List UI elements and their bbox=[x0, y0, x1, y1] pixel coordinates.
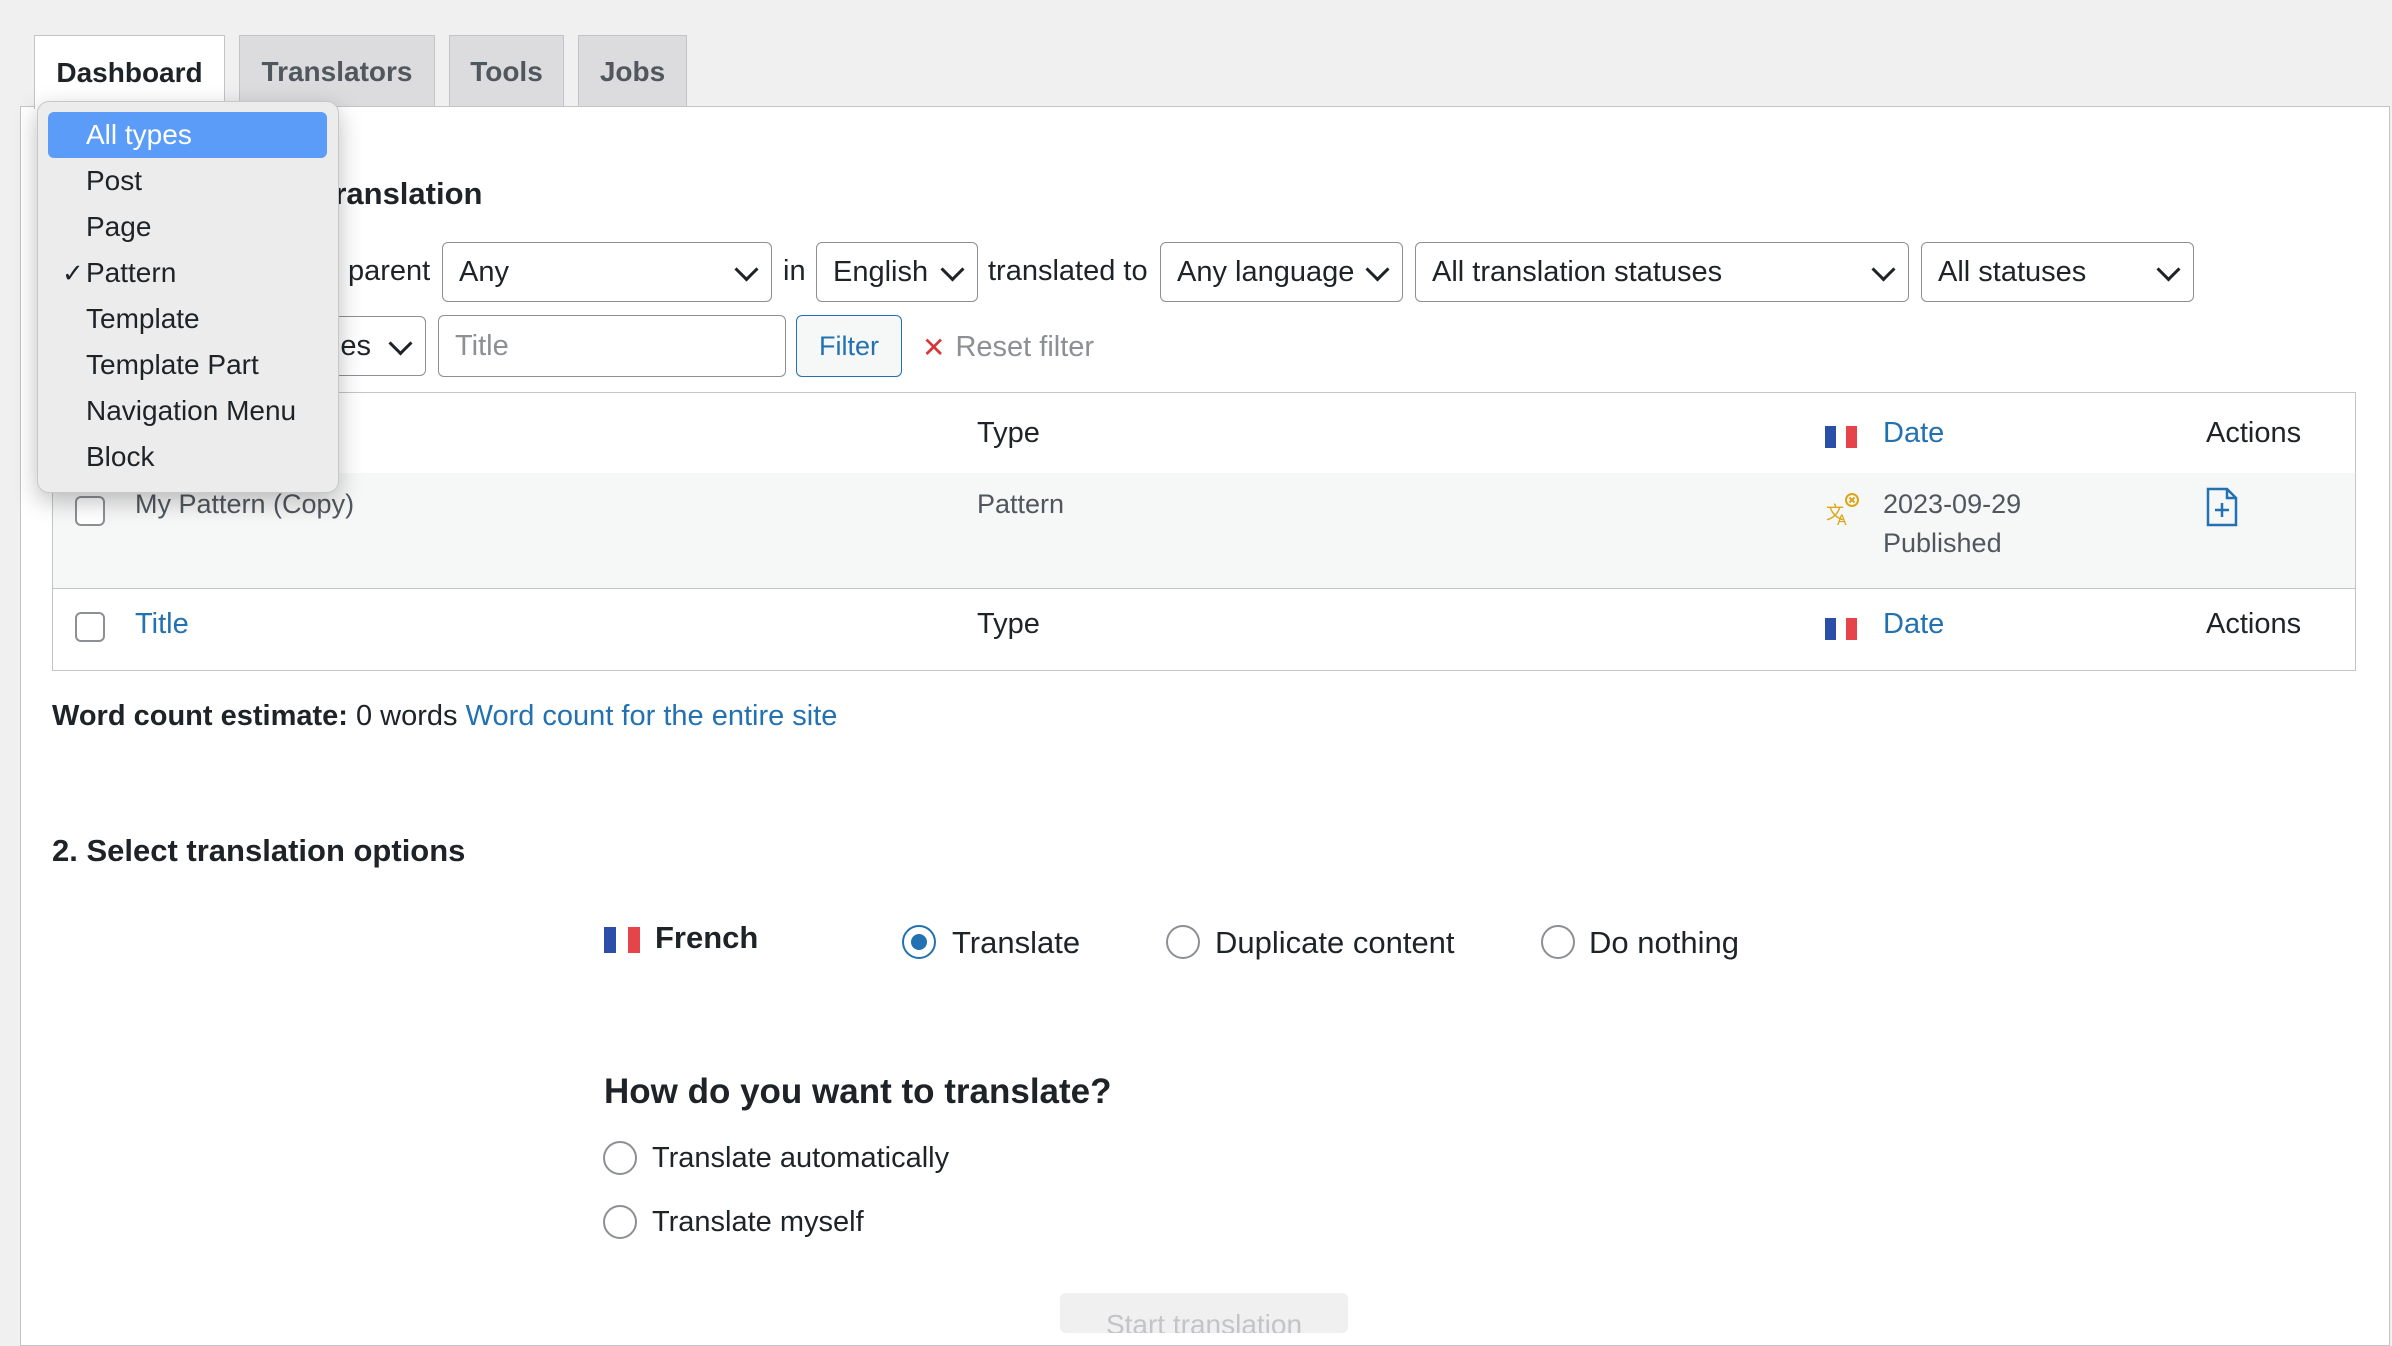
word-count-label: Word count estimate: bbox=[52, 700, 348, 732]
chevron-down-icon bbox=[940, 257, 965, 282]
french-flag-icon bbox=[1825, 618, 1858, 640]
parent-select-value: Any bbox=[459, 255, 509, 288]
title-search-placeholder: Title bbox=[455, 329, 509, 362]
translate-myself-radio[interactable] bbox=[603, 1205, 637, 1239]
select-all-checkbox[interactable] bbox=[75, 612, 105, 642]
parent-select[interactable]: Any bbox=[442, 242, 772, 302]
duplicate-content-radio[interactable] bbox=[1166, 925, 1200, 959]
tab-dashboard[interactable]: Dashboard bbox=[34, 35, 225, 109]
dropdown-item-block[interactable]: Block bbox=[48, 434, 327, 480]
add-translation-icon[interactable] bbox=[2205, 487, 2239, 527]
target-language-select[interactable]: Any language bbox=[1160, 242, 1403, 302]
post-status-value: All statuses bbox=[1938, 255, 2087, 288]
tab-tools[interactable]: Tools bbox=[449, 35, 564, 107]
checkmark-icon: ✓ bbox=[62, 257, 84, 288]
start-translation-button[interactable]: Start translation bbox=[1060, 1293, 1348, 1333]
chevron-down-icon bbox=[388, 331, 413, 356]
translation-status-select[interactable]: All translation statuses bbox=[1415, 242, 1909, 302]
column-header-date[interactable]: Date bbox=[1883, 417, 1944, 450]
row-title: My Pattern (Copy) bbox=[135, 489, 355, 519]
section2-title: 2. Select translation options bbox=[52, 833, 466, 868]
dropdown-item-pattern[interactable]: ✓ Pattern bbox=[48, 250, 327, 296]
dropdown-item-pattern-label: Pattern bbox=[86, 257, 177, 288]
translated-to-label: translated to bbox=[988, 255, 1148, 287]
do-nothing-radio[interactable] bbox=[1541, 925, 1575, 959]
dropdown-item-page[interactable]: Page bbox=[48, 204, 327, 250]
translate-radio-label[interactable]: Translate bbox=[952, 925, 1080, 961]
word-count-site-link[interactable]: Word count for the entire site bbox=[466, 700, 838, 732]
column-footer-date[interactable]: Date bbox=[1883, 608, 1944, 641]
target-language-value: Any language bbox=[1177, 255, 1355, 288]
tab-jobs[interactable]: Jobs bbox=[578, 35, 687, 107]
do-nothing-label[interactable]: Do nothing bbox=[1589, 925, 1739, 961]
table-row: My Pattern (Copy) Pattern 文 A 2023-09-29… bbox=[53, 473, 2355, 589]
close-icon: ✕ bbox=[922, 332, 946, 363]
reset-filter-label: Reset filter bbox=[955, 331, 1095, 363]
word-count: Word count estimate: 0 words Word count … bbox=[52, 700, 837, 733]
chevron-down-icon bbox=[1365, 257, 1390, 282]
tab-translators[interactable]: Translators bbox=[239, 35, 435, 107]
duplicate-content-label[interactable]: Duplicate content bbox=[1215, 925, 1455, 961]
column-header-type: Type bbox=[977, 417, 1040, 449]
column-footer-title[interactable]: Title bbox=[135, 608, 189, 641]
word-count-value: 0 words bbox=[356, 700, 458, 732]
table-header-row: Type Date Actions bbox=[53, 393, 2355, 474]
chevron-down-icon bbox=[1871, 257, 1896, 282]
in-label: in bbox=[783, 255, 806, 287]
dropdown-item-template[interactable]: Template bbox=[48, 296, 327, 342]
row-date: 2023-09-29 bbox=[1883, 489, 2022, 519]
table-footer-row: Title Type Date Actions bbox=[53, 588, 2355, 670]
row-type: Pattern bbox=[977, 489, 1065, 519]
translation-status-value: All translation statuses bbox=[1432, 255, 1723, 288]
french-flag-icon bbox=[604, 927, 640, 953]
column-header-actions: Actions bbox=[2206, 417, 2302, 449]
translate-radio[interactable] bbox=[902, 925, 936, 959]
translate-automatically-radio[interactable] bbox=[603, 1141, 637, 1175]
language-french-label: French bbox=[655, 920, 759, 955]
priority-select-value: ies bbox=[333, 329, 371, 362]
chevron-down-icon bbox=[2156, 257, 2181, 282]
reset-filter-link[interactable]: ✕ Reset filter bbox=[922, 331, 1094, 364]
section1-title: translation bbox=[324, 176, 483, 211]
parent-label: parent bbox=[348, 255, 431, 287]
dropdown-item-all-types[interactable]: All types bbox=[48, 112, 327, 158]
french-flag-icon bbox=[1825, 426, 1858, 448]
dropdown-item-navigation-menu[interactable]: Navigation Menu bbox=[48, 388, 327, 434]
dropdown-item-template-part[interactable]: Template Part bbox=[48, 342, 327, 388]
column-footer-actions: Actions bbox=[2206, 608, 2302, 640]
source-language-value: English bbox=[833, 255, 929, 288]
dropdown-item-post[interactable]: Post bbox=[48, 158, 327, 204]
source-language-select[interactable]: English bbox=[816, 242, 978, 302]
column-footer-type: Type bbox=[977, 608, 1040, 640]
svg-text:A: A bbox=[1837, 513, 1847, 527]
translation-needed-icon[interactable]: 文 A bbox=[1825, 493, 1859, 529]
type-dropdown-menu: All types Post Page ✓ Pattern Template T… bbox=[37, 101, 339, 493]
translate-automatically-label[interactable]: Translate automatically bbox=[652, 1142, 949, 1175]
translate-myself-label[interactable]: Translate myself bbox=[652, 1206, 864, 1239]
row-checkbox[interactable] bbox=[75, 496, 105, 526]
row-status: Published bbox=[1883, 528, 2002, 558]
title-search-input[interactable]: Title bbox=[438, 315, 786, 377]
chevron-down-icon bbox=[734, 257, 759, 282]
translate-method-title: How do you want to translate? bbox=[604, 1072, 1112, 1111]
filter-button[interactable]: Filter bbox=[796, 315, 902, 377]
post-status-select[interactable]: All statuses bbox=[1921, 242, 2194, 302]
content-table: Type Date Actions My Pattern (Copy) Patt… bbox=[52, 392, 2356, 671]
